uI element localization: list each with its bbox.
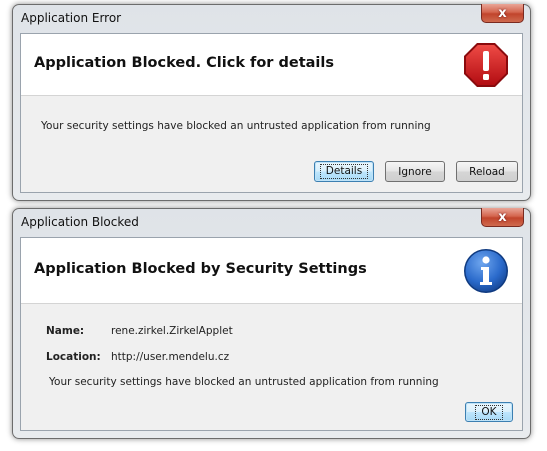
dialog-heading[interactable]: Application Blocked. Click for details	[34, 55, 334, 71]
window-title: Application Error	[21, 11, 122, 25]
reload-button-label: Reload	[469, 165, 505, 178]
dialog-header: Application Blocked by Security Settings	[21, 238, 522, 304]
location-value: http://user.mendelu.cz	[111, 351, 230, 363]
stop-warning-icon	[464, 43, 508, 87]
dialog-header[interactable]: Application Blocked. Click for details	[21, 34, 522, 96]
close-button[interactable]: x	[481, 4, 524, 23]
title-bar[interactable]: Application Blocked x	[13, 208, 530, 235]
security-message: Your security settings have blocked an u…	[49, 376, 439, 388]
location-label: Location:	[46, 351, 101, 363]
name-value: rene.zirkel.ZirkelApplet	[111, 325, 233, 337]
ok-button[interactable]: OK	[465, 402, 513, 422]
dialog-content: Application Blocked. Click for details Y…	[20, 33, 523, 193]
close-button[interactable]: x	[481, 208, 524, 227]
title-bar[interactable]: Application Error x	[13, 4, 530, 31]
close-icon: x	[498, 5, 507, 21]
details-button[interactable]: Details	[314, 161, 374, 182]
dialog-heading: Application Blocked by Security Settings	[34, 261, 367, 277]
name-label: Name:	[46, 325, 85, 337]
ignore-button[interactable]: Ignore	[385, 161, 445, 182]
info-icon	[464, 249, 508, 293]
application-error-dialog: Application Error x Application Blocked.…	[12, 4, 531, 201]
details-button-label: Details	[319, 164, 369, 179]
security-message: Your security settings have blocked an u…	[41, 120, 431, 132]
application-blocked-dialog: Application Blocked x Application Blocke…	[12, 208, 531, 439]
ignore-button-label: Ignore	[398, 165, 432, 178]
close-icon: x	[498, 209, 507, 225]
reload-button[interactable]: Reload	[456, 161, 518, 182]
window-title: Application Blocked	[21, 215, 139, 229]
dialog-content: Application Blocked by Security Settings…	[20, 237, 523, 431]
ok-button-label: OK	[475, 404, 503, 420]
